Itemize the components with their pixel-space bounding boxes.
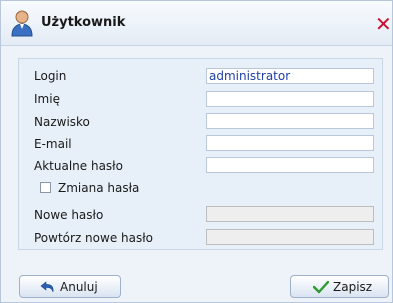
dialog-titlebar: Użytkownik ✕ bbox=[1, 1, 392, 46]
first-name-field[interactable] bbox=[206, 91, 374, 107]
change-password-checkbox[interactable] bbox=[40, 182, 51, 193]
change-password-label[interactable]: Zmiana hasła bbox=[58, 181, 139, 195]
repeat-password-field bbox=[206, 229, 374, 245]
first-name-label: Imię bbox=[34, 92, 60, 106]
email-label: E-mail bbox=[34, 137, 72, 151]
current-password-field[interactable] bbox=[206, 157, 374, 173]
save-button-label: Zapisz bbox=[333, 280, 373, 294]
login-field[interactable] bbox=[206, 68, 374, 84]
cancel-button[interactable]: Anuluj bbox=[19, 275, 121, 298]
new-password-label: Nowe hasło bbox=[34, 208, 104, 222]
checkmark-icon bbox=[313, 280, 329, 294]
email-field[interactable] bbox=[206, 135, 374, 151]
save-button[interactable]: Zapisz bbox=[290, 275, 389, 298]
dialog-title: Użytkownik bbox=[41, 15, 126, 30]
new-password-field bbox=[206, 206, 374, 222]
login-label: Login bbox=[34, 69, 67, 83]
close-icon[interactable]: ✕ bbox=[375, 14, 393, 34]
user-icon bbox=[11, 10, 33, 37]
user-dialog: Użytkownik ✕ Login Imię Nazwisko E-mail … bbox=[0, 0, 393, 303]
cancel-button-label: Anuluj bbox=[60, 280, 98, 294]
undo-icon bbox=[40, 281, 54, 293]
repeat-password-label: Powtórz nowe hasło bbox=[34, 231, 153, 245]
last-name-label: Nazwisko bbox=[34, 115, 90, 129]
current-password-label: Aktualne hasło bbox=[34, 159, 123, 173]
last-name-field[interactable] bbox=[206, 113, 374, 129]
